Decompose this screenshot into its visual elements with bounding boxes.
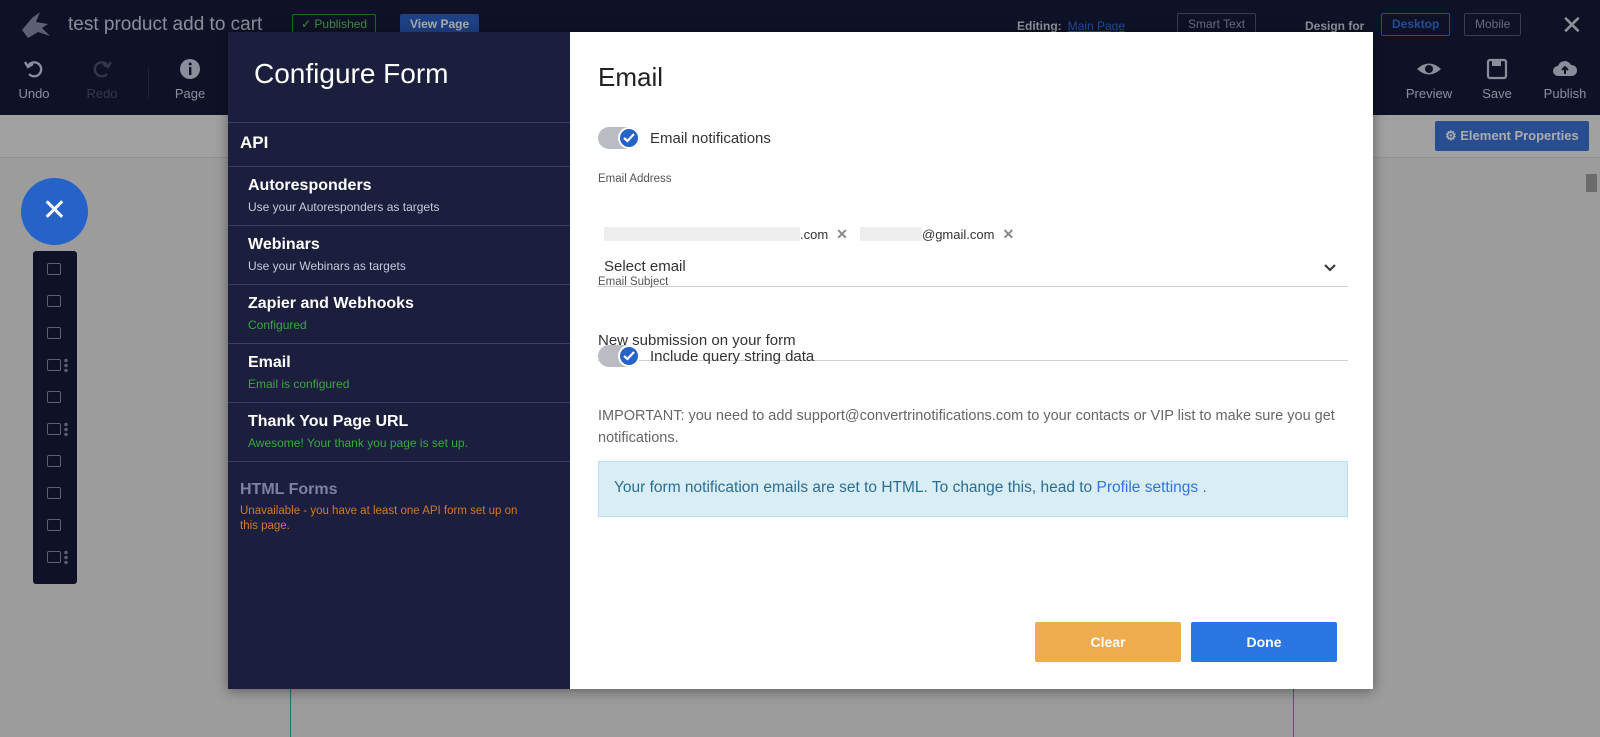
nav-item-status: Email is configured	[248, 377, 350, 391]
nav-item-title: Webinars	[248, 236, 320, 253]
email-subject-label: Email Subject	[598, 276, 669, 288]
nav-item-email[interactable]: Email Email is configured	[228, 344, 570, 403]
nav-item-title: HTML Forms	[240, 481, 338, 498]
email-address-label: Email Address	[598, 173, 672, 185]
email-chip-text: .com	[800, 226, 829, 242]
query-string-toggle-row: Include query string data	[598, 344, 814, 368]
nav-item-warning: Unavailable - you have at least one API …	[240, 505, 518, 532]
redacted-text	[860, 227, 922, 241]
nav-item-title: Thank You Page URL	[248, 413, 409, 430]
select-email-value: Select email	[604, 258, 686, 275]
redacted-text	[604, 227, 800, 241]
nav-item-title: Zapier and Webhooks	[248, 295, 414, 312]
remove-chip-icon[interactable]: ✕	[836, 226, 848, 243]
check-icon	[623, 351, 635, 361]
alert-text: Your form notification emails are set to…	[614, 479, 1097, 496]
configure-form-modal: Configure Form API Autoresponders Use yo…	[228, 32, 1373, 689]
nav-item-zapier-webhooks[interactable]: Zapier and Webhooks Configured	[228, 285, 570, 344]
important-note: IMPORTANT: you need to add support@conve…	[598, 408, 1335, 446]
email-notifications-label: Email notifications	[650, 129, 771, 147]
nav-item-html-forms: HTML Forms Unavailable - you have at lea…	[228, 471, 570, 544]
nav-item-subtitle: Use your Autoresponders as targets	[248, 200, 440, 214]
clear-button[interactable]: Clear	[1035, 622, 1181, 662]
nav-item-title: Autoresponders	[248, 177, 372, 194]
email-notifications-toggle[interactable]	[598, 127, 640, 149]
email-chip: @gmail.com ✕	[860, 226, 1014, 242]
select-email-dropdown[interactable]: Select email	[598, 251, 1348, 287]
remove-chip-icon[interactable]: ✕	[1002, 226, 1014, 243]
email-chip: .com ✕	[604, 226, 848, 242]
toggle-knob	[618, 127, 640, 149]
nav-item-webinars[interactable]: Webinars Use your Webinars as targets	[228, 226, 570, 285]
profile-settings-link[interactable]: Profile settings	[1096, 479, 1198, 496]
nav-item-thank-you-page-url[interactable]: Thank You Page URL Awesome! Your thank y…	[228, 403, 570, 462]
done-button[interactable]: Done	[1191, 622, 1337, 662]
check-icon	[623, 133, 635, 143]
query-string-label: Include query string data	[650, 347, 815, 365]
modal-title: Configure Form	[254, 58, 449, 89]
alert-tail: .	[1198, 479, 1207, 496]
close-toolbox-button[interactable]: ✕	[21, 178, 88, 245]
chevron-down-icon	[1324, 264, 1336, 272]
email-settings-panel: Email Email notifications Email Address …	[598, 32, 1348, 689]
email-chip-text: @gmail.com	[922, 226, 995, 242]
panel-heading: Email	[598, 62, 664, 92]
html-email-alert: Your form notification emails are set to…	[598, 461, 1348, 517]
nav-item-status: Awesome! Your thank you page is set up.	[248, 436, 468, 450]
nav-item-status: Configured	[248, 318, 307, 332]
modal-sidebar: Configure Form API Autoresponders Use yo…	[228, 32, 570, 689]
nav-section-api: API	[228, 122, 570, 167]
nav-item-autoresponders[interactable]: Autoresponders Use your Autoresponders a…	[228, 167, 570, 226]
query-string-toggle[interactable]	[598, 345, 640, 367]
nav-item-subtitle: Use your Webinars as targets	[248, 259, 406, 273]
toggle-knob	[618, 345, 640, 367]
nav-item-title: Email	[248, 354, 291, 371]
email-notifications-toggle-row: Email notifications	[598, 126, 771, 150]
